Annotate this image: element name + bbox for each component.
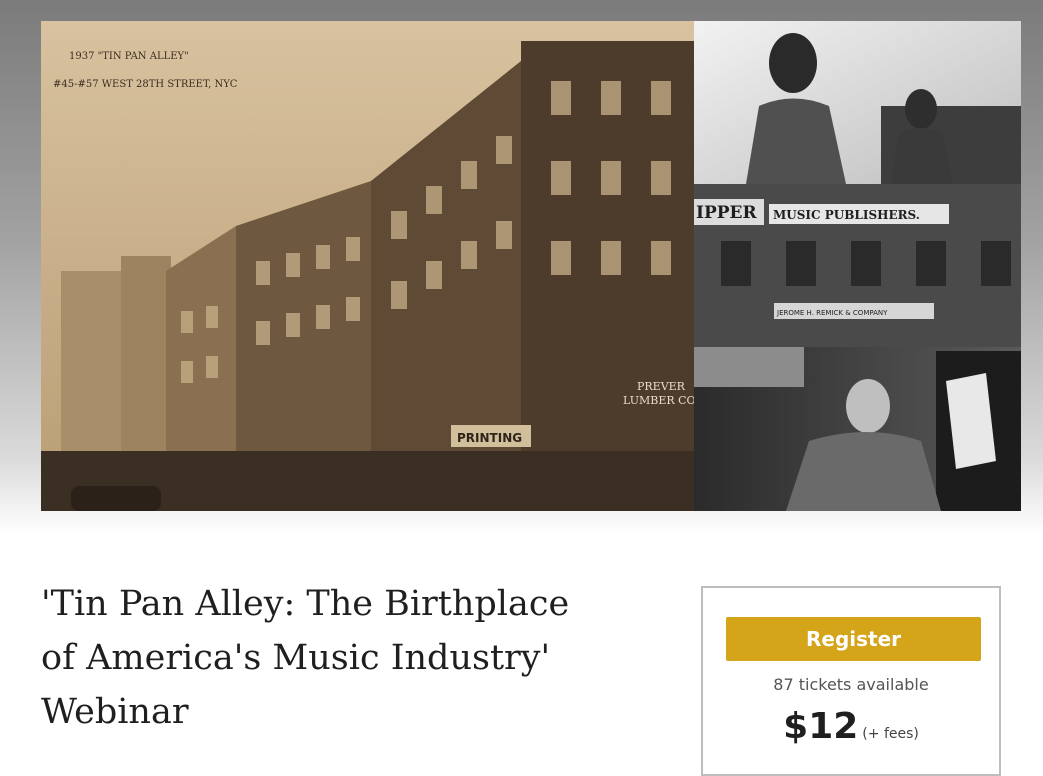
ticket-price: $12 [783,706,859,747]
remick-sign: JEROME H. REMICK & COMPANY [776,309,888,317]
prever-sign: PREVER [637,380,686,393]
event-title: 'Tin Pan Alley: The Birthplace of Americ… [41,584,570,732]
tin-pan-alley-street-photo: 1937 "TIN PAN ALLEY" #45-#57 WEST 28TH S… [41,21,696,511]
ticket-panel: Register 87 tickets available $12 (+ fees… [701,586,1001,776]
register-button[interactable]: Register [726,617,981,661]
photo-caption-address: #45-#57 WEST 28TH STREET, NYC [53,79,238,90]
price-row: $12 (+ fees) [703,706,999,747]
pianist-photo [694,347,1021,511]
photo-caption-year: 1937 "TIN PAN ALLEY" [69,51,189,62]
hero-image-collage: 1937 "TIN PAN ALLEY" #45-#57 WEST 28TH S… [41,21,1021,511]
music-publishers-sign: MUSIC PUBLISHERS. [773,208,920,222]
ipper-sign: IPPER [696,203,757,223]
music-publishers-storefront-photo: MUSIC PUBLISHERS. IPPER JEROME H. REMICK… [694,184,1021,347]
printing-sign: PRINTING [457,431,522,445]
fees-note: (+ fees) [862,726,919,742]
musicians-photo [694,21,1021,184]
tickets-available-text: 87 tickets available [773,675,929,694]
lumber-sign: LUMBER CO [623,394,696,407]
